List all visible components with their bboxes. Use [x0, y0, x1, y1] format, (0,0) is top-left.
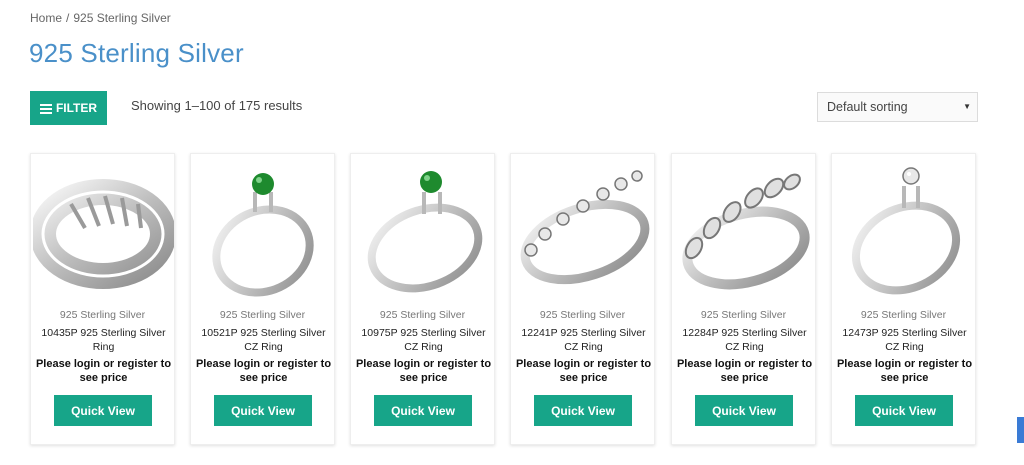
product-image[interactable]	[353, 156, 494, 302]
product-image[interactable]	[33, 156, 174, 302]
login-to-see-price[interactable]: Please login or register to see price	[515, 357, 652, 385]
product-category: 925 Sterling Silver	[59, 309, 146, 321]
quick-view-button[interactable]: Quick View	[374, 395, 472, 426]
product-image[interactable]	[834, 156, 975, 302]
product-card[interactable]: 925 Sterling Silver 10435P 925 Sterling …	[30, 153, 175, 445]
product-name[interactable]: 12241P 925 Sterling Silver CZ Ring	[517, 326, 650, 354]
product-category: 925 Sterling Silver	[379, 309, 466, 321]
breadcrumb: Home /925 Sterling Silver	[30, 11, 171, 25]
product-category: 925 Sterling Silver	[219, 309, 306, 321]
login-to-see-price[interactable]: Please login or register to see price	[35, 357, 172, 385]
product-image[interactable]	[674, 156, 815, 302]
breadcrumb-separator: /	[66, 11, 70, 25]
product-name[interactable]: 12284P 925 Sterling Silver CZ Ring	[678, 326, 811, 354]
breadcrumb-current: 925 Sterling Silver	[73, 11, 171, 25]
product-image[interactable]	[513, 156, 654, 302]
product-card[interactable]: 925 Sterling Silver 12473P 925 Sterling …	[831, 153, 976, 445]
caret-down-icon: ▼	[963, 102, 971, 111]
login-to-see-price[interactable]: Please login or register to see price	[676, 357, 813, 385]
product-name[interactable]: 10435P 925 Sterling Silver Ring	[37, 326, 170, 354]
product-card[interactable]: 925 Sterling Silver 10975P 925 Sterling …	[350, 153, 495, 445]
product-card[interactable]: 925 Sterling Silver 10521P 925 Sterling …	[190, 153, 335, 445]
filter-button[interactable]: FILTER	[30, 91, 107, 125]
page-title: 925 Sterling Silver	[29, 38, 244, 68]
menu-icon	[39, 103, 52, 114]
product-name[interactable]: 10521P 925 Sterling Silver CZ Ring	[197, 326, 330, 354]
breadcrumb-home-link[interactable]: Home	[30, 11, 62, 25]
product-name[interactable]: 10975P 925 Sterling Silver CZ Ring	[357, 326, 490, 354]
product-name[interactable]: 12473P 925 Sterling Silver CZ Ring	[838, 326, 971, 354]
login-to-see-price[interactable]: Please login or register to see price	[195, 357, 332, 385]
result-count: Showing 1–100 of 175 results	[131, 98, 303, 113]
product-grid: 925 Sterling Silver 10435P 925 Sterling …	[30, 153, 977, 445]
quick-view-button[interactable]: Quick View	[54, 395, 152, 426]
quick-view-button[interactable]: Quick View	[214, 395, 312, 426]
product-card[interactable]: 925 Sterling Silver 12284P 925 Sterling …	[671, 153, 816, 445]
filter-button-label: FILTER	[55, 101, 98, 115]
product-category: 925 Sterling Silver	[700, 309, 787, 321]
sort-select[interactable]: Default sorting ▼	[817, 92, 978, 122]
quick-view-button[interactable]: Quick View	[855, 395, 953, 426]
side-tab[interactable]	[1017, 417, 1024, 443]
product-category: 925 Sterling Silver	[539, 309, 626, 321]
product-category: 925 Sterling Silver	[860, 309, 947, 321]
login-to-see-price[interactable]: Please login or register to see price	[355, 357, 492, 385]
sort-selected-value: Default sorting	[827, 100, 908, 114]
product-image[interactable]	[193, 156, 334, 302]
login-to-see-price[interactable]: Please login or register to see price	[836, 357, 973, 385]
quick-view-button[interactable]: Quick View	[534, 395, 632, 426]
quick-view-button[interactable]: Quick View	[695, 395, 793, 426]
product-card[interactable]: 925 Sterling Silver 12241P 925 Sterling …	[510, 153, 655, 445]
